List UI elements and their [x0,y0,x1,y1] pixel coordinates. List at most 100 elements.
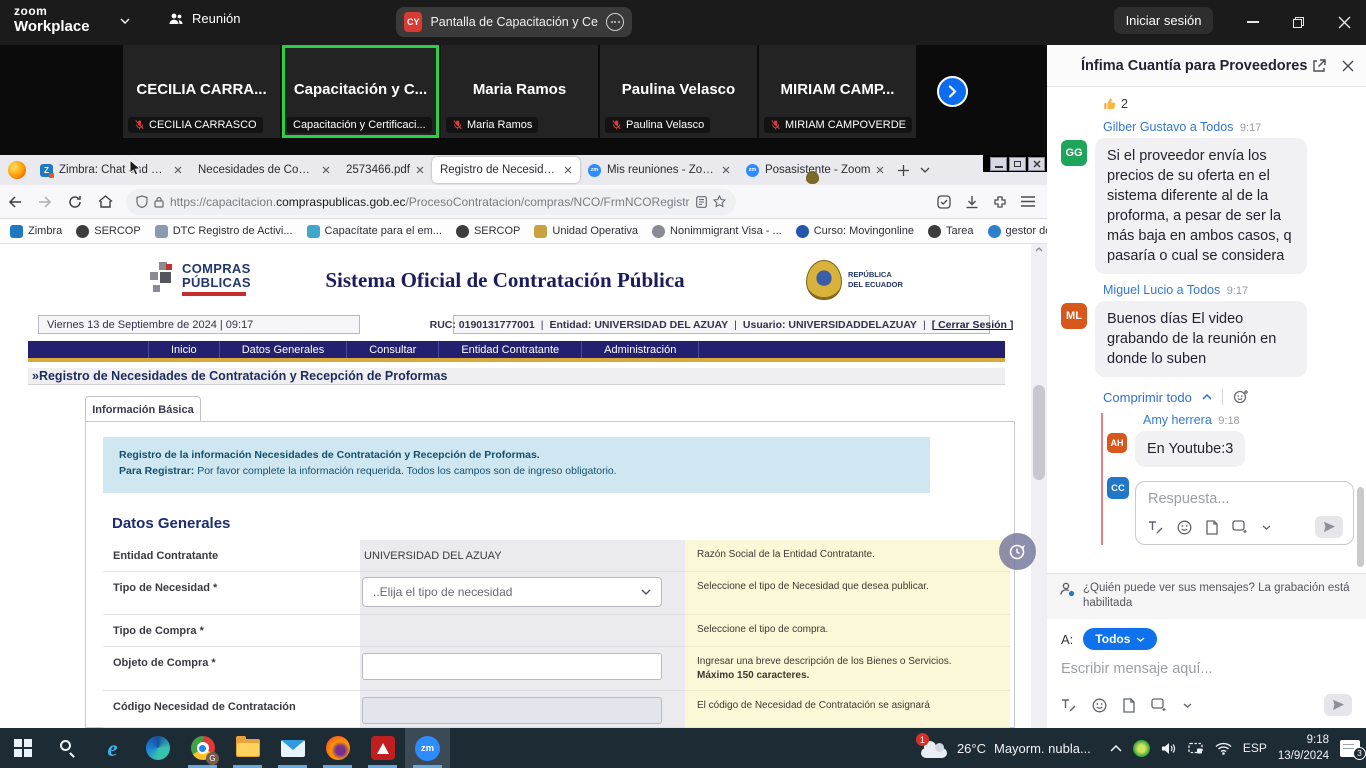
tab-list-button[interactable] [914,159,936,181]
restore-button[interactable] [1288,12,1308,32]
send-to-selector[interactable]: Todos [1083,628,1157,650]
browser-close-button[interactable] [1028,157,1045,171]
wifi-icon[interactable] [1215,742,1232,755]
page-scrollbar-thumb[interactable] [1033,385,1045,480]
new-tab-button[interactable] [892,159,914,181]
emoji-icon[interactable] [1092,698,1107,713]
popout-icon[interactable] [1312,59,1326,73]
format-icon[interactable] [1061,698,1076,712]
chat-scrollbar-thumb[interactable] [1357,487,1364,567]
message-bubble[interactable]: En Youtube:3 [1135,431,1245,467]
video-tile[interactable]: Paulina Velasco Paulina Velasco [600,45,757,138]
close-tab-icon[interactable] [174,166,182,174]
minimize-button[interactable] [1243,12,1263,32]
keyboard-language[interactable]: ESP [1243,741,1267,755]
close-tab-icon[interactable] [564,166,572,174]
mail-icon[interactable] [270,728,315,768]
bookmark-dtc[interactable]: DTC Registro de Activi... [155,225,293,238]
downloads-icon[interactable] [965,195,979,209]
menu-item-datos-generales[interactable]: Datos Generales [219,341,347,358]
volume-icon[interactable] [1161,742,1177,755]
sender-name[interactable]: Miguel Lucio [1103,283,1173,297]
zoom-taskbar-icon[interactable]: zm [405,728,450,768]
bookmark-sercop-2[interactable]: SERCOP [456,225,520,238]
close-tab-icon[interactable] [322,166,330,174]
tab-necesidades[interactable]: Necesidades de Contrata [190,157,338,183]
chevron-down-icon[interactable] [1262,525,1271,530]
action-center-icon[interactable]: 3 [1340,740,1360,757]
tab-pdf[interactable]: 2573466.pdf [338,157,432,183]
forward-icon[interactable] [30,188,60,216]
emoji-icon[interactable] [1177,520,1192,535]
video-tile[interactable]: MIRIAM CAMP... MIRIAM CAMPOVERDE [759,45,916,138]
tab-registro-active[interactable]: Registro de Necesidades [432,157,580,183]
home-icon[interactable] [90,188,120,216]
floating-timer-widget[interactable] [999,533,1036,570]
bookmark-tarea[interactable]: Tarea [928,225,974,238]
acrobat-icon[interactable] [360,728,405,768]
signin-button[interactable]: Iniciar sesión [1114,7,1213,34]
weather-widget[interactable]: 1 26°C Mayorm. nubla... [919,738,1091,758]
tab-mis-reuniones[interactable]: zm Mis reuniones - Zoom [580,157,738,183]
page-scrollbar[interactable] [1031,244,1047,728]
bookmark-star-icon[interactable] [713,195,726,208]
message-bubble[interactable]: Si el proveedor envía los precios de su … [1095,138,1307,274]
chevron-down-icon[interactable] [1183,703,1192,708]
scroll-up-icon[interactable] [1035,247,1043,252]
chrome-icon[interactable]: G [180,728,225,768]
firefox-icon[interactable] [8,161,26,179]
tab-informacion-basica[interactable]: Información Básica [85,396,201,422]
taskbar-clock[interactable]: 9:18 13/9/2024 [1278,732,1329,764]
lock-icon[interactable] [154,196,164,208]
collapse-link[interactable]: Comprimir todo [1103,390,1192,405]
bookmark-zimbra[interactable]: Zimbra [10,225,62,238]
file-explorer-icon[interactable] [225,728,270,768]
screenshot-icon[interactable] [1232,520,1248,534]
close-chat-icon[interactable] [1342,60,1354,72]
tab-meeting[interactable]: Reunión [168,11,240,26]
reaction-chip[interactable]: 2 [1103,97,1354,111]
message-bubble[interactable]: Buenos días El video grabando de la reun… [1095,301,1307,377]
back-icon[interactable] [0,188,30,216]
close-tab-icon[interactable] [416,166,424,174]
objeto-compra-input[interactable] [362,653,662,680]
firefox-taskbar-icon[interactable] [315,728,360,768]
reload-icon[interactable] [60,188,90,216]
close-tab-icon[interactable] [876,166,884,174]
address-bar[interactable]: https://capacitacion.compraspublicas.gob… [126,189,736,215]
main-composer[interactable] [1047,654,1366,678]
video-tile[interactable]: Maria Ramos Maria Ramos [441,45,598,138]
browser-restore-button[interactable] [1009,157,1026,171]
bookmark-movingonline[interactable]: Curso: Movingonline [796,225,914,238]
menu-item-administracion[interactable]: Administración [581,341,699,358]
send-reply-button[interactable] [1315,516,1343,538]
send-message-button[interactable] [1324,694,1352,716]
menu-item-entidad-contratante[interactable]: Entidad Contratante [438,341,581,358]
next-participants-button[interactable] [937,76,968,107]
add-reaction-icon[interactable] [1233,389,1249,405]
browser-minimize-button[interactable] [990,157,1007,171]
video-tile-active-speaker[interactable]: Capacitación y C... Capacitación y Certi… [282,45,439,138]
more-options-icon[interactable] [606,13,624,31]
chat-message-input[interactable] [1061,661,1352,677]
chevron-down-icon[interactable] [120,18,130,24]
pocket-shield-icon[interactable] [937,195,951,209]
cast-icon[interactable] [1188,742,1204,755]
tab-zimbra[interactable]: Z Zimbra: Chat and Video [32,157,190,183]
file-icon[interactable] [1206,520,1218,535]
bookmark-capacitate[interactable]: Capacítate para el em... [307,225,442,238]
bookmark-unidad-operativa[interactable]: Unidad Operativa [534,225,638,238]
menu-item-inicio[interactable]: Inicio [148,341,219,358]
reply-composer[interactable] [1135,481,1354,545]
close-button[interactable] [1334,12,1354,32]
reply-input[interactable] [1148,491,1343,507]
sender-name[interactable]: Gilber Gustavo [1103,120,1186,134]
shared-screen-pill[interactable]: CY Pantalla de Capacitación y Certif [396,7,632,37]
screenshot-icon[interactable] [1151,698,1167,712]
internet-explorer-icon[interactable]: e [90,728,135,768]
bookmark-nonimmigrant[interactable]: Nonimmigrant Visa - ... [652,225,782,238]
extensions-icon[interactable] [993,195,1007,209]
video-tile[interactable]: CECILIA CARRA... CECILIA CARRASCO [123,45,280,138]
reader-view-icon[interactable] [696,196,707,208]
format-icon[interactable] [1148,520,1163,534]
